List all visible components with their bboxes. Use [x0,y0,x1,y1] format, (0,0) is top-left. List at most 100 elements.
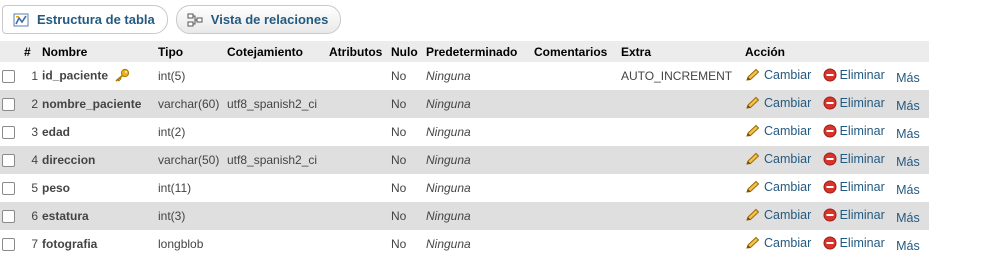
column-attributes [327,146,389,174]
table-header-row: # Nombre Tipo Cotejamiento Atributos Nul… [0,41,929,62]
row-checkbox[interactable] [2,70,15,84]
column-name: estatura [42,209,89,223]
row-checkbox-cell [0,118,22,146]
row-num: 5 [22,174,40,202]
header-action: Acción [743,41,929,62]
delete-button[interactable]: Eliminar [823,236,885,250]
tab-relations-view[interactable]: Vista de relaciones [175,5,342,34]
column-default: Ninguna [424,118,532,146]
delete-button[interactable]: Eliminar [823,208,885,222]
column-null: No [389,118,424,146]
pencil-icon [745,68,761,82]
column-attributes [327,202,389,230]
column-type: int(5) [156,62,225,90]
column-attributes [327,118,389,146]
column-comments [532,230,619,258]
row-checkbox[interactable] [2,238,15,252]
pencil-icon [745,208,761,222]
more-button[interactable]: Más [896,183,920,197]
delete-button[interactable]: Eliminar [823,180,885,194]
row-num: 7 [22,230,40,258]
table-row: 5 peso int(11) No Ninguna Cambiar Elimin… [0,174,929,202]
column-null: No [389,174,424,202]
delete-icon [823,152,837,166]
column-actions: Cambiar Eliminar Más [743,90,929,118]
change-label: Cambiar [764,179,812,194]
column-default: Ninguna [424,230,532,258]
row-checkbox[interactable] [2,154,15,168]
column-name-cell: fotografia [40,230,156,258]
change-button[interactable]: Cambiar [745,152,811,166]
change-label: Cambiar [764,95,812,110]
delete-label: Eliminar [839,151,885,166]
table-row: 7 fotografia longblob No Ninguna Cambiar… [0,230,929,258]
column-null: No [389,230,424,258]
header-default: Predeterminado [424,41,532,62]
delete-label: Eliminar [839,235,885,250]
column-collation [225,118,327,146]
change-button[interactable]: Cambiar [745,236,811,250]
column-default: Ninguna [424,90,532,118]
column-extra [619,174,743,202]
change-button[interactable]: Cambiar [745,124,811,138]
column-default: Ninguna [424,174,532,202]
column-attributes [327,62,389,90]
column-name: peso [42,181,71,195]
delete-icon [823,96,837,110]
tab-label: Estructura de tabla [37,12,155,27]
header-checkbox [0,41,22,62]
row-checkbox-cell [0,62,22,90]
more-label: Más [896,126,920,141]
column-comments [532,174,619,202]
column-extra [619,90,743,118]
column-type: varchar(50) [156,146,225,174]
column-name: edad [42,125,71,139]
tab-table-structure[interactable]: Estructura de tabla [2,5,168,34]
column-name-cell: nombre_paciente [40,90,156,118]
column-type: varchar(60) [156,90,225,118]
delete-button[interactable]: Eliminar [823,68,885,82]
more-button[interactable]: Más [896,127,920,141]
header-collation: Cotejamiento [225,41,327,62]
delete-button[interactable]: Eliminar [823,152,885,166]
delete-label: Eliminar [839,179,885,194]
column-collation: utf8_spanish2_ci [225,146,327,174]
delete-button[interactable]: Eliminar [823,124,885,138]
change-button[interactable]: Cambiar [745,68,811,82]
row-checkbox[interactable] [2,98,15,112]
tab-label: Vista de relaciones [210,12,329,27]
column-comments [532,118,619,146]
change-label: Cambiar [764,207,812,222]
more-button[interactable]: Más [896,155,920,169]
row-checkbox[interactable] [2,126,15,140]
row-checkbox[interactable] [2,210,15,224]
change-button[interactable]: Cambiar [745,96,811,110]
change-button[interactable]: Cambiar [745,208,811,222]
column-null: No [389,90,424,118]
more-label: Más [896,182,920,197]
column-name: fotografia [42,237,98,251]
header-null: Nulo [389,41,424,62]
column-collation [225,230,327,258]
column-attributes [327,230,389,258]
row-num: 6 [22,202,40,230]
row-checkbox[interactable] [2,182,15,196]
change-button[interactable]: Cambiar [745,180,811,194]
delete-button[interactable]: Eliminar [823,96,885,110]
column-name: nombre_paciente [42,97,142,111]
more-button[interactable]: Más [896,99,920,113]
column-extra [619,146,743,174]
column-collation [225,174,327,202]
more-button[interactable]: Más [896,71,920,85]
more-button[interactable]: Más [896,239,920,253]
structure-table: # Nombre Tipo Cotejamiento Atributos Nul… [0,41,929,258]
column-type: longblob [156,230,225,258]
table-row: 2 nombre_paciente varchar(60) utf8_spani… [0,90,929,118]
row-num: 3 [22,118,40,146]
column-comments [532,146,619,174]
more-button[interactable]: Más [896,211,920,225]
column-name-cell: estatura [40,202,156,230]
header-name[interactable]: Nombre [40,41,156,62]
column-default: Ninguna [424,202,532,230]
table-structure-icon [13,12,29,28]
